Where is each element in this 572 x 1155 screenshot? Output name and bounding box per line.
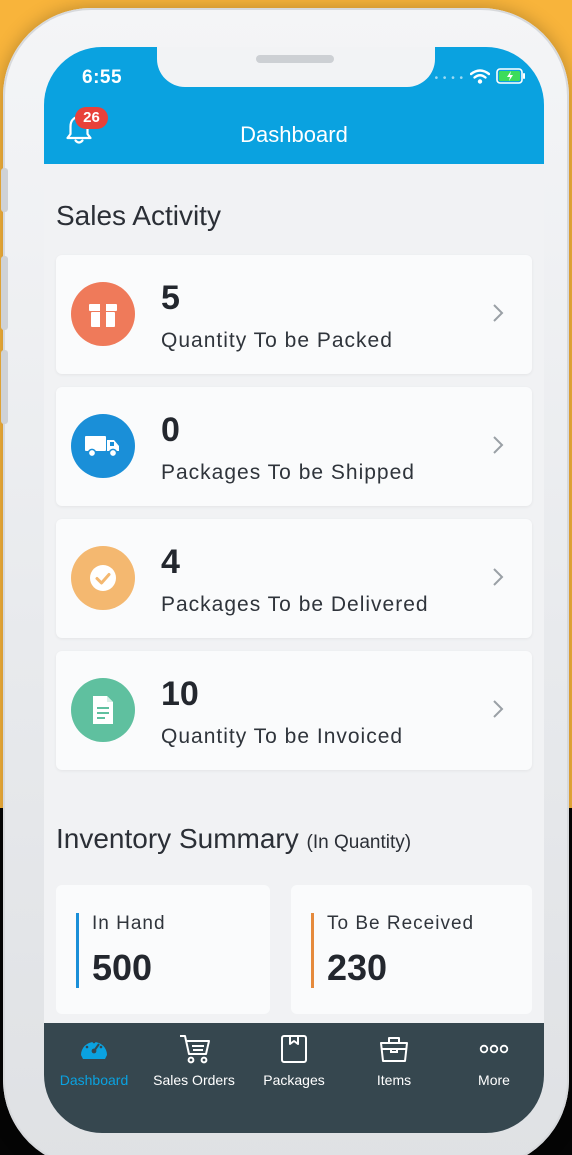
tab-label: Dashboard [59, 1072, 129, 1088]
card-label: Quantity To be Packed [161, 329, 393, 352]
card-label: Quantity To be Invoiced [161, 725, 404, 748]
accent-bar [311, 913, 314, 988]
card-value: 0 [161, 411, 180, 449]
tab-label: Items [376, 1072, 412, 1088]
cart-icon [178, 1033, 210, 1065]
more-dots-icon [478, 1033, 510, 1065]
tab-label: Sales Orders [153, 1072, 235, 1088]
card-label: Packages To be Delivered [161, 593, 429, 616]
tab-label: Packages [263, 1072, 325, 1088]
status-time: 6:55 [82, 67, 123, 88]
volume-up-button [1, 256, 8, 330]
speedometer-icon [78, 1033, 110, 1065]
tab-dashboard[interactable]: Dashboard [44, 1023, 144, 1103]
tab-sales-orders[interactable]: Sales Orders [144, 1023, 244, 1103]
inventory-to-receive-card[interactable]: To Be Received 230 [291, 885, 532, 1014]
tab-packages[interactable]: Packages [244, 1023, 344, 1103]
tab-label: More [478, 1072, 510, 1088]
phone-frame: 6:55 • • • • 26 Dashboard Sales Activity… [1, 8, 569, 1155]
inventory-summary-title: Inventory Summary (In Quantity) [56, 823, 411, 855]
status-icons: • • • • [435, 68, 526, 89]
volume-down-button [1, 350, 8, 424]
app-header: 6:55 • • • • 26 Dashboard [44, 47, 544, 164]
check-circle-icon [71, 546, 135, 610]
speaker-grille [256, 55, 334, 63]
in-hand-label: In Hand [92, 913, 166, 934]
bottom-tab-bar: Dashboard Sales Orders Packages Items Mo… [44, 1023, 544, 1133]
tab-more[interactable]: More [444, 1023, 544, 1103]
truck-icon [71, 414, 135, 478]
in-hand-value: 500 [92, 947, 153, 988]
package-icon [71, 282, 135, 346]
card-value: 5 [161, 279, 180, 317]
sales-activity-title: Sales Activity [56, 200, 221, 231]
to-receive-label: To Be Received [327, 913, 475, 934]
wifi-icon [469, 68, 491, 89]
accent-bar [76, 913, 79, 988]
card-value: 4 [161, 543, 180, 581]
chevron-right-icon [492, 567, 504, 592]
sales-card-delivered[interactable]: 4 Packages To be Delivered [56, 519, 532, 638]
silent-switch [1, 168, 8, 212]
tab-items[interactable]: Items [344, 1023, 444, 1103]
sales-card-shipped[interactable]: 0 Packages To be Shipped [56, 387, 532, 506]
chevron-right-icon [492, 303, 504, 328]
battery-icon [496, 68, 526, 89]
sales-card-packed[interactable]: 5 Quantity To be Packed [56, 255, 532, 374]
chevron-right-icon [492, 435, 504, 460]
page-title: Dashboard [240, 122, 348, 147]
basket-icon [378, 1033, 410, 1065]
chevron-right-icon [492, 699, 504, 724]
inventory-in-hand-card[interactable]: In Hand 500 [56, 885, 270, 1014]
app-screen: 6:55 • • • • 26 Dashboard Sales Activity… [44, 47, 544, 1133]
device-notch [157, 47, 435, 87]
to-receive-value: 230 [327, 947, 388, 988]
document-icon [71, 678, 135, 742]
card-value: 10 [161, 675, 199, 713]
box-icon [278, 1033, 310, 1065]
sales-card-invoiced[interactable]: 10 Quantity To be Invoiced [56, 651, 532, 770]
card-label: Packages To be Shipped [161, 461, 415, 484]
signal-dots-icon: • • • • [434, 73, 464, 84]
inventory-summary-heading: Inventory Summary [56, 823, 299, 854]
inventory-summary-subtitle: (In Quantity) [306, 832, 412, 853]
